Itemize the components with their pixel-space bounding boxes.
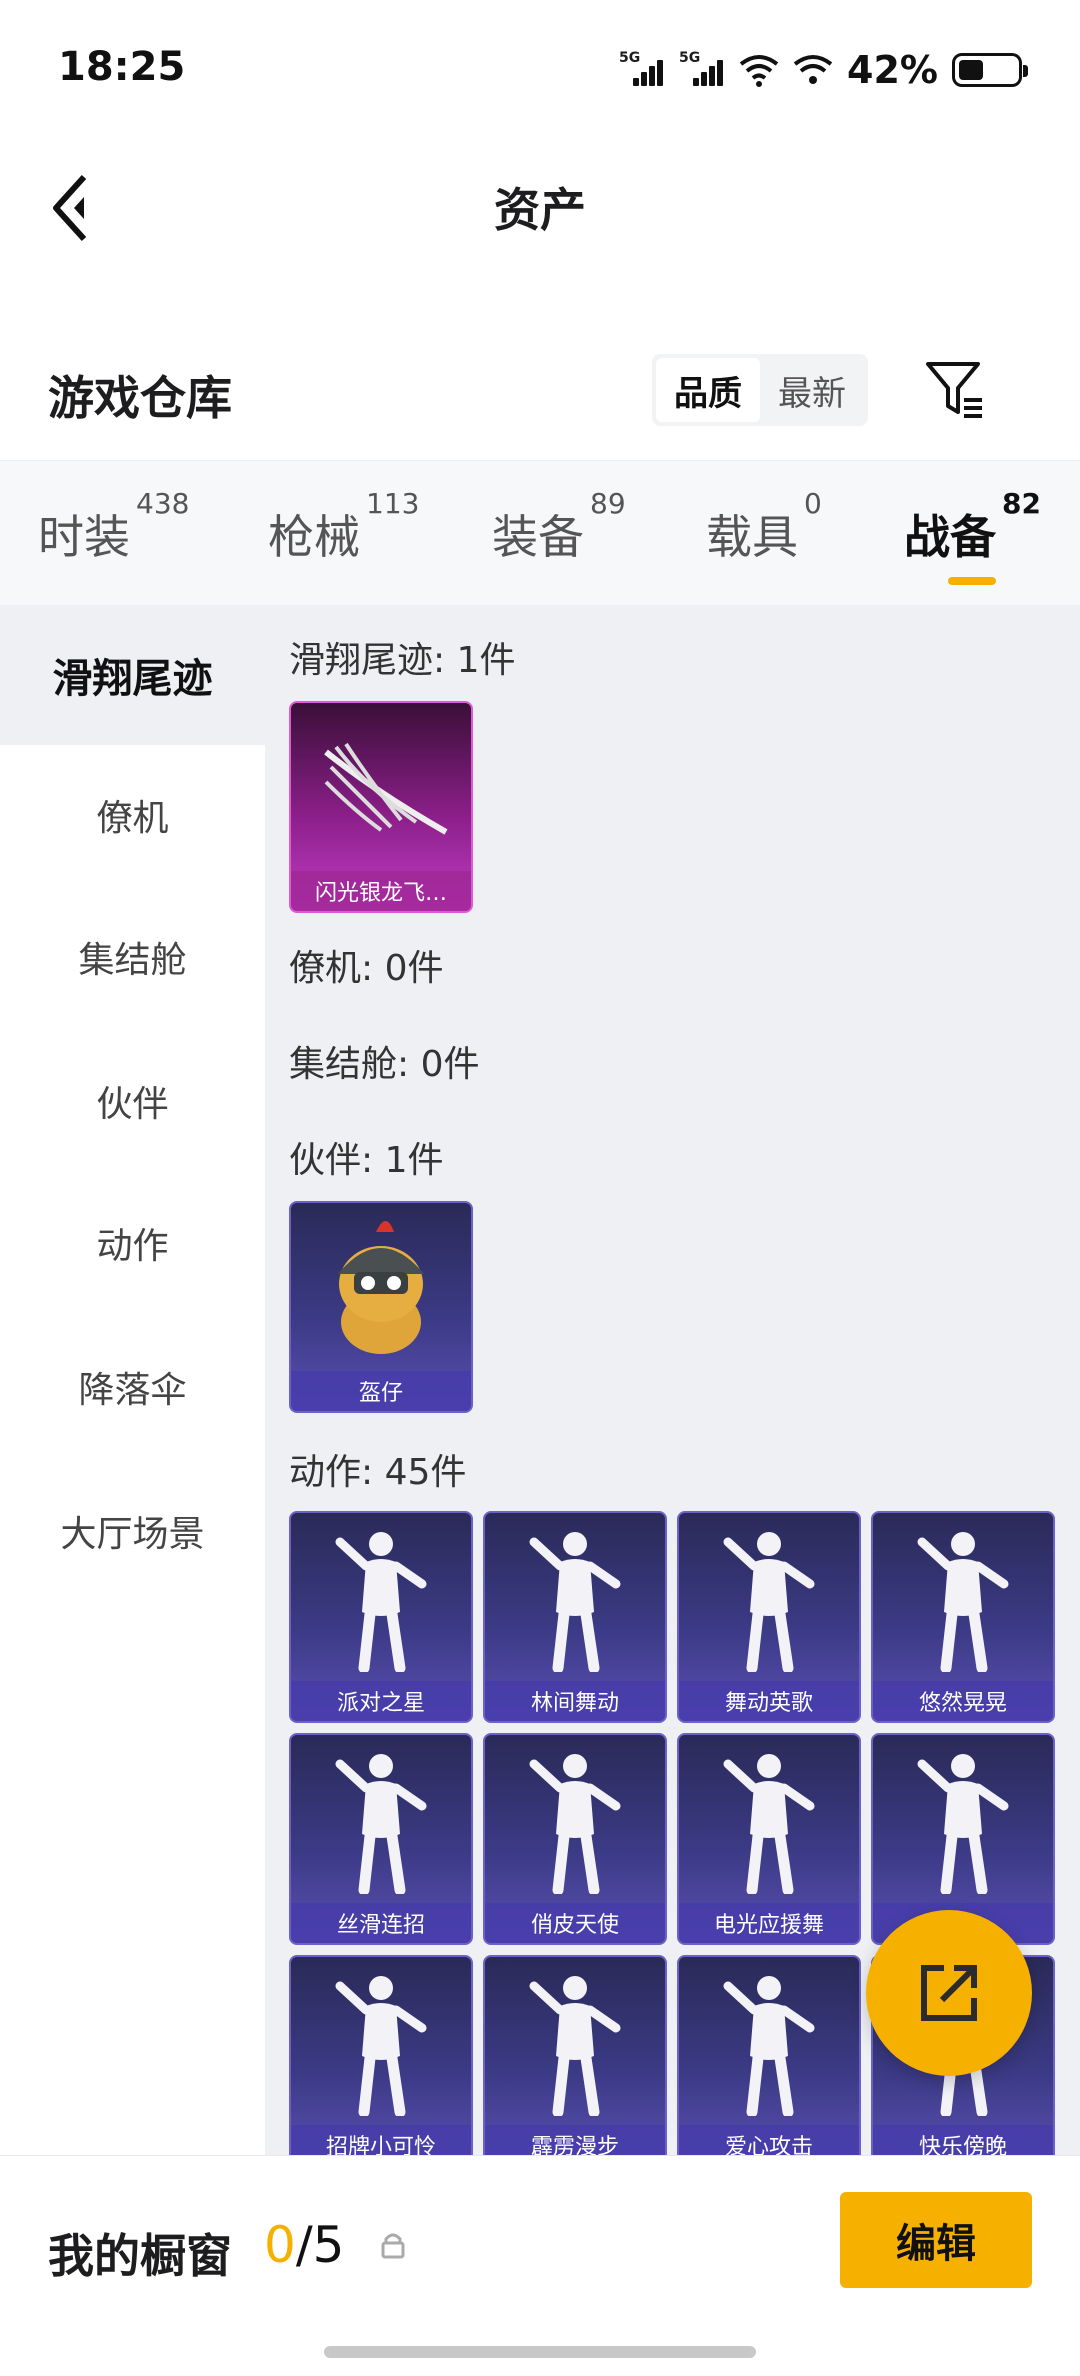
emote-figure-image (291, 1513, 471, 1681)
tab-vehicles[interactable]: 载具0 (706, 487, 822, 567)
top-nav: 资产 (0, 140, 1080, 270)
status-icons: 5G 5G 42% (619, 46, 1028, 94)
battery-icon (952, 53, 1028, 87)
item-card[interactable]: 盔仔 (289, 1201, 473, 1413)
emote-card[interactable]: 爱心攻击 (677, 1955, 861, 2155)
tab-count: 82 (1002, 487, 1041, 520)
warehouse-header: 游戏仓库 品质 最新 (0, 330, 1080, 450)
tab-count: 89 (590, 487, 626, 520)
section-title-wingman: 僚机: 0件 (289, 948, 444, 989)
warehouse-title: 游戏仓库 (48, 371, 232, 425)
emote-figure-image (679, 1957, 859, 2125)
tab-guns[interactable]: 枪械113 (268, 487, 419, 567)
signal-icon-2: 5G (679, 50, 725, 90)
emote-name: 霹雳漫步 (485, 2125, 665, 2155)
side-item-lobby-scene[interactable]: 大厅场景 (0, 1461, 265, 1601)
emote-name: 爱心攻击 (679, 2125, 859, 2155)
filter-icon (926, 362, 982, 418)
emote-figure-image (485, 1513, 665, 1681)
emote-figure-image (485, 1735, 665, 1903)
emote-card[interactable]: 俏皮天使 (483, 1733, 667, 1945)
network-type-1: 5G (619, 50, 641, 66)
tab-label: 装备 (492, 510, 584, 564)
sort-toggle: 品质 最新 (652, 354, 868, 426)
showcase-current: 0 (264, 2216, 296, 2274)
emote-figure-image (679, 1735, 859, 1903)
showcase-bar: 我的橱窗 0/5 编辑 (0, 2155, 1080, 2376)
tab-label: 枪械 (268, 510, 360, 564)
emote-figure-image (873, 1513, 1053, 1681)
signal-icon-1: 5G (619, 50, 665, 90)
tab-label: 战备 (904, 510, 996, 564)
emote-card[interactable]: 电光应援舞 (677, 1733, 861, 1945)
emote-card[interactable]: 派对之星 (289, 1511, 473, 1723)
showcase-total: /5 (295, 2216, 345, 2274)
emote-name: 派对之星 (291, 1681, 471, 1721)
side-item-wingman[interactable]: 僚机 (0, 745, 265, 885)
emote-name: 林间舞动 (485, 1681, 665, 1721)
category-tabs: 时装438 枪械113 装备89 载具0 战备82 (0, 460, 1080, 605)
emote-name: 快乐傍晚 (873, 2125, 1053, 2155)
tab-label: 时装 (38, 510, 130, 564)
emote-figure-image (873, 1735, 1053, 1903)
side-item-emote[interactable]: 动作 (0, 1173, 265, 1313)
showcase-label: 我的橱窗 (48, 2229, 232, 2283)
edit-button[interactable]: 编辑 (840, 2192, 1032, 2288)
emote-card[interactable]: 招牌小可怜 (289, 1955, 473, 2155)
section-title-glide: 滑翔尾迹: 1件 (289, 640, 516, 681)
showcase-count: 0/5 (264, 2216, 344, 2274)
emote-name: 俏皮天使 (485, 1903, 665, 1943)
page-title: 资产 (494, 183, 586, 237)
tab-count: 438 (136, 487, 190, 520)
side-menu: 滑翔尾迹 僚机 集结舱 伙伴 动作 降落伞 大厅场景 (0, 605, 265, 2155)
emote-name: 悠然晃晃 (873, 1681, 1053, 1721)
tab-fashion[interactable]: 时装438 (38, 487, 189, 567)
network-type-2: 5G (679, 50, 701, 66)
side-item-partner[interactable]: 伙伴 (0, 1031, 265, 1171)
tab-label: 载具 (706, 510, 798, 564)
side-item-parachute[interactable]: 降落伞 (0, 1317, 265, 1457)
tab-equipment[interactable]: 装备89 (492, 487, 626, 567)
emote-name: 舞动英歌 (679, 1681, 859, 1721)
side-item-glide-trail[interactable]: 滑翔尾迹 (0, 605, 265, 745)
emote-figure-image (291, 1957, 471, 2125)
section-title-partner: 伙伴: 1件 (289, 1140, 444, 1181)
wifi-icon (739, 55, 779, 87)
sort-quality[interactable]: 品质 (656, 358, 760, 422)
emote-card[interactable]: 霹雳漫步 (483, 1955, 667, 2155)
status-bar: 18:25 5G 5G 42% (0, 0, 1080, 130)
section-title-emote: 动作: 45件 (289, 1452, 467, 1493)
home-indicator[interactable] (324, 2346, 756, 2358)
emote-card[interactable]: 悠然晃晃 (871, 1511, 1055, 1723)
lock-icon (381, 2233, 405, 2259)
share-button[interactable] (866, 1910, 1032, 2076)
emote-card[interactable]: 林间舞动 (483, 1511, 667, 1723)
item-name: 盔仔 (291, 1371, 471, 1411)
active-tab-indicator (948, 577, 996, 585)
section-title-pod: 集结舱: 0件 (289, 1044, 480, 1085)
filter-button[interactable] (920, 354, 992, 426)
emote-card[interactable]: 丝滑连招 (289, 1733, 473, 1945)
tab-count: 0 (804, 487, 822, 520)
emote-card[interactable]: 舞动英歌 (677, 1511, 861, 1723)
battery-percent: 42% (847, 48, 938, 92)
emote-name: 丝滑连招 (291, 1903, 471, 1943)
side-item-assembly-pod[interactable]: 集结舱 (0, 887, 265, 1027)
emote-name: 招牌小可怜 (291, 2125, 471, 2155)
sort-latest[interactable]: 最新 (760, 358, 864, 422)
share-icon (921, 1965, 977, 2021)
item-name: 闪光银龙飞… (291, 871, 471, 911)
status-time: 18:25 (58, 44, 186, 90)
emote-figure-image (679, 1513, 859, 1681)
tab-count: 113 (366, 487, 420, 520)
emote-name: 电光应援舞 (679, 1903, 859, 1943)
hotspot-icon (793, 55, 833, 84)
item-card[interactable]: 闪光银龙飞… (289, 701, 473, 913)
tab-combat-gear[interactable]: 战备82 (904, 487, 1041, 585)
emote-figure-image (485, 1957, 665, 2125)
glide-trail-image (291, 703, 471, 871)
emote-figure-image (291, 1735, 471, 1903)
partner-image (291, 1203, 471, 1371)
